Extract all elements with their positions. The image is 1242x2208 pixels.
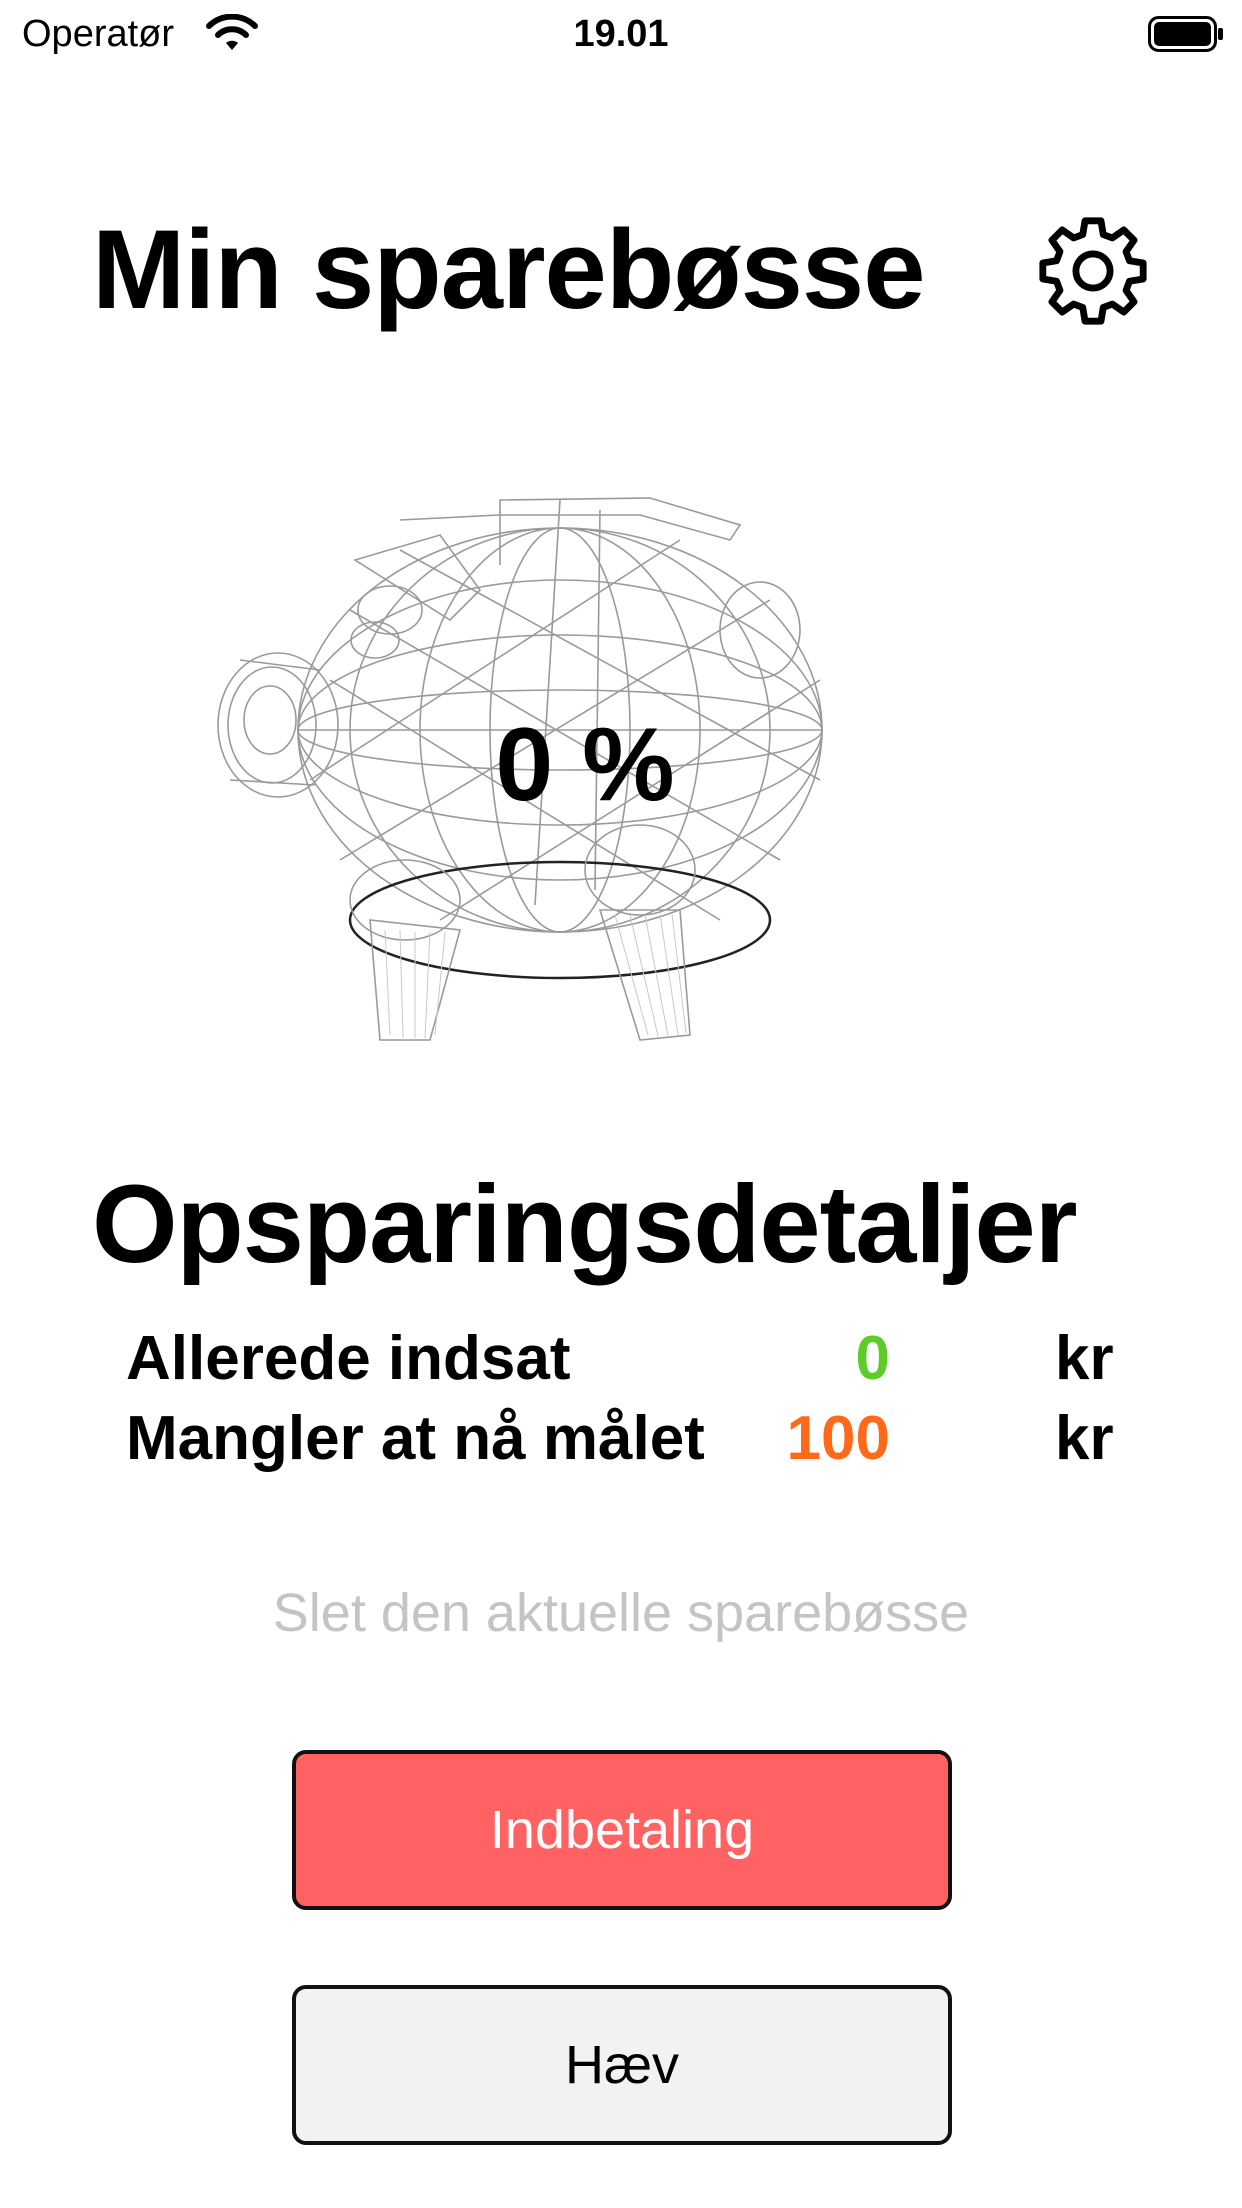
remaining-label: Mangler at nå målet [126, 1404, 705, 1473]
remaining-unit: kr [1055, 1404, 1114, 1473]
deposit-button[interactable]: Indbetaling [292, 1750, 952, 1910]
deposited-unit: kr [1055, 1324, 1114, 1393]
progress-percent: 0 % [495, 707, 675, 823]
page-title: Min sparebøsse [92, 207, 926, 332]
details-heading: Opsparingsdetaljer [92, 1163, 1078, 1286]
deposited-value: 0 [855, 1324, 890, 1393]
withdraw-button[interactable]: Hæv [292, 1985, 952, 2145]
battery-icon [1148, 16, 1223, 52]
gear-icon[interactable] [1036, 214, 1150, 328]
delete-piggy-bank-link[interactable]: Slet den aktuelle sparebøsse [0, 1580, 1242, 1646]
deposited-label: Allerede indsat [126, 1324, 571, 1393]
status-time: 19.01 [573, 13, 669, 55]
remaining-value: 100 [786, 1404, 890, 1473]
